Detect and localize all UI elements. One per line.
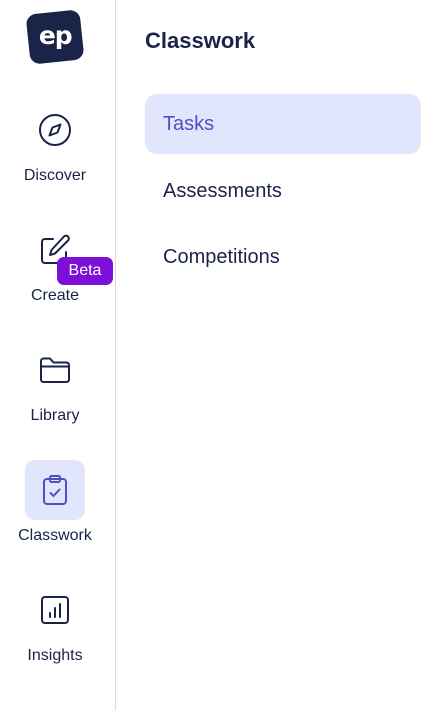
beta-badge: Beta xyxy=(57,257,113,285)
sidebar-item-library[interactable]: Library xyxy=(0,340,110,440)
page-title: Classwork xyxy=(145,28,256,53)
bar-chart-icon xyxy=(41,596,69,624)
logo[interactable]: ep xyxy=(25,9,85,65)
submenu-item-competitions[interactable]: Competitions xyxy=(145,227,421,287)
sidebar-item-icon-box xyxy=(25,580,85,640)
sidebar-item-label: Create xyxy=(30,287,80,304)
sidebar-item-label: Library xyxy=(30,407,80,424)
sidebar-item-icon-box xyxy=(25,460,85,520)
sidebar-item-label: Discover xyxy=(23,167,87,184)
submenu-item-tasks[interactable]: Tasks xyxy=(145,94,421,154)
sidebar-rail: ep Discover Create Beta Library Classwor… xyxy=(0,0,116,710)
logo-text: ep xyxy=(38,21,72,51)
sidebar-item-label: Classwork xyxy=(18,527,92,544)
sidebar-item-insights[interactable]: Insights xyxy=(0,580,110,680)
sidebar-item-label: Insights xyxy=(27,647,83,664)
sidebar-item-icon-box xyxy=(25,100,85,160)
compass-icon xyxy=(39,114,71,146)
sidebar-item-icon-box xyxy=(25,340,85,400)
sidebar-item-classwork[interactable]: Classwork xyxy=(0,460,110,560)
submenu-item-assessments[interactable]: Assessments xyxy=(145,161,421,221)
sidebar-item-discover[interactable]: Discover xyxy=(0,100,110,200)
app-window: ep Discover Create Beta Library Classwor… xyxy=(0,0,442,710)
clipboard-check-icon xyxy=(43,475,67,505)
folder-icon xyxy=(40,357,70,383)
